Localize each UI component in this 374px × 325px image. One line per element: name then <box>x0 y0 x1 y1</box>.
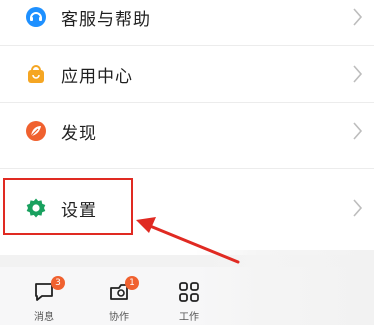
tab-workbench[interactable]: 工作 <box>159 267 219 325</box>
leaf-compass-icon <box>25 120 47 142</box>
menu-item-settings-label: 设置 <box>61 200 97 221</box>
menu-item-discover[interactable]: 发现 <box>0 103 374 159</box>
tab-workbench-label: 工作 <box>179 312 199 323</box>
tab-messages-badge: 3 <box>51 276 65 290</box>
tab-messages-label: 消息 <box>34 312 54 323</box>
chevron-right-icon <box>353 199 363 217</box>
menu-item-settings[interactable]: 设置 <box>0 180 374 236</box>
section-gap <box>0 255 374 267</box>
menu-item-discover-label: 发现 <box>61 123 97 144</box>
tab-collab-badge: 1 <box>125 276 139 290</box>
divider <box>0 168 374 169</box>
bottom-tab-bar: 3 消息 1 协作 工作 <box>0 267 374 325</box>
chevron-right-icon <box>353 122 363 140</box>
headset-icon <box>25 6 47 28</box>
gear-icon <box>25 197 47 219</box>
menu-item-support-label: 客服与帮助 <box>61 9 151 30</box>
tab-collab[interactable]: 1 协作 <box>89 267 149 325</box>
grid-icon <box>179 282 199 302</box>
tab-collab-label: 协作 <box>109 312 129 323</box>
menu-item-apps-label: 应用中心 <box>61 66 133 87</box>
chevron-right-icon <box>353 65 363 83</box>
settings-page: 客服与帮助 应用中心 发现 设置 3 消息 1 协作 工作 <box>0 0 374 325</box>
chevron-right-icon <box>353 8 363 26</box>
menu-item-apps[interactable]: 应用中心 <box>0 46 374 102</box>
shopping-bag-icon <box>25 63 47 85</box>
menu-item-support[interactable]: 客服与帮助 <box>0 0 374 45</box>
tab-messages[interactable]: 3 消息 <box>14 267 74 325</box>
